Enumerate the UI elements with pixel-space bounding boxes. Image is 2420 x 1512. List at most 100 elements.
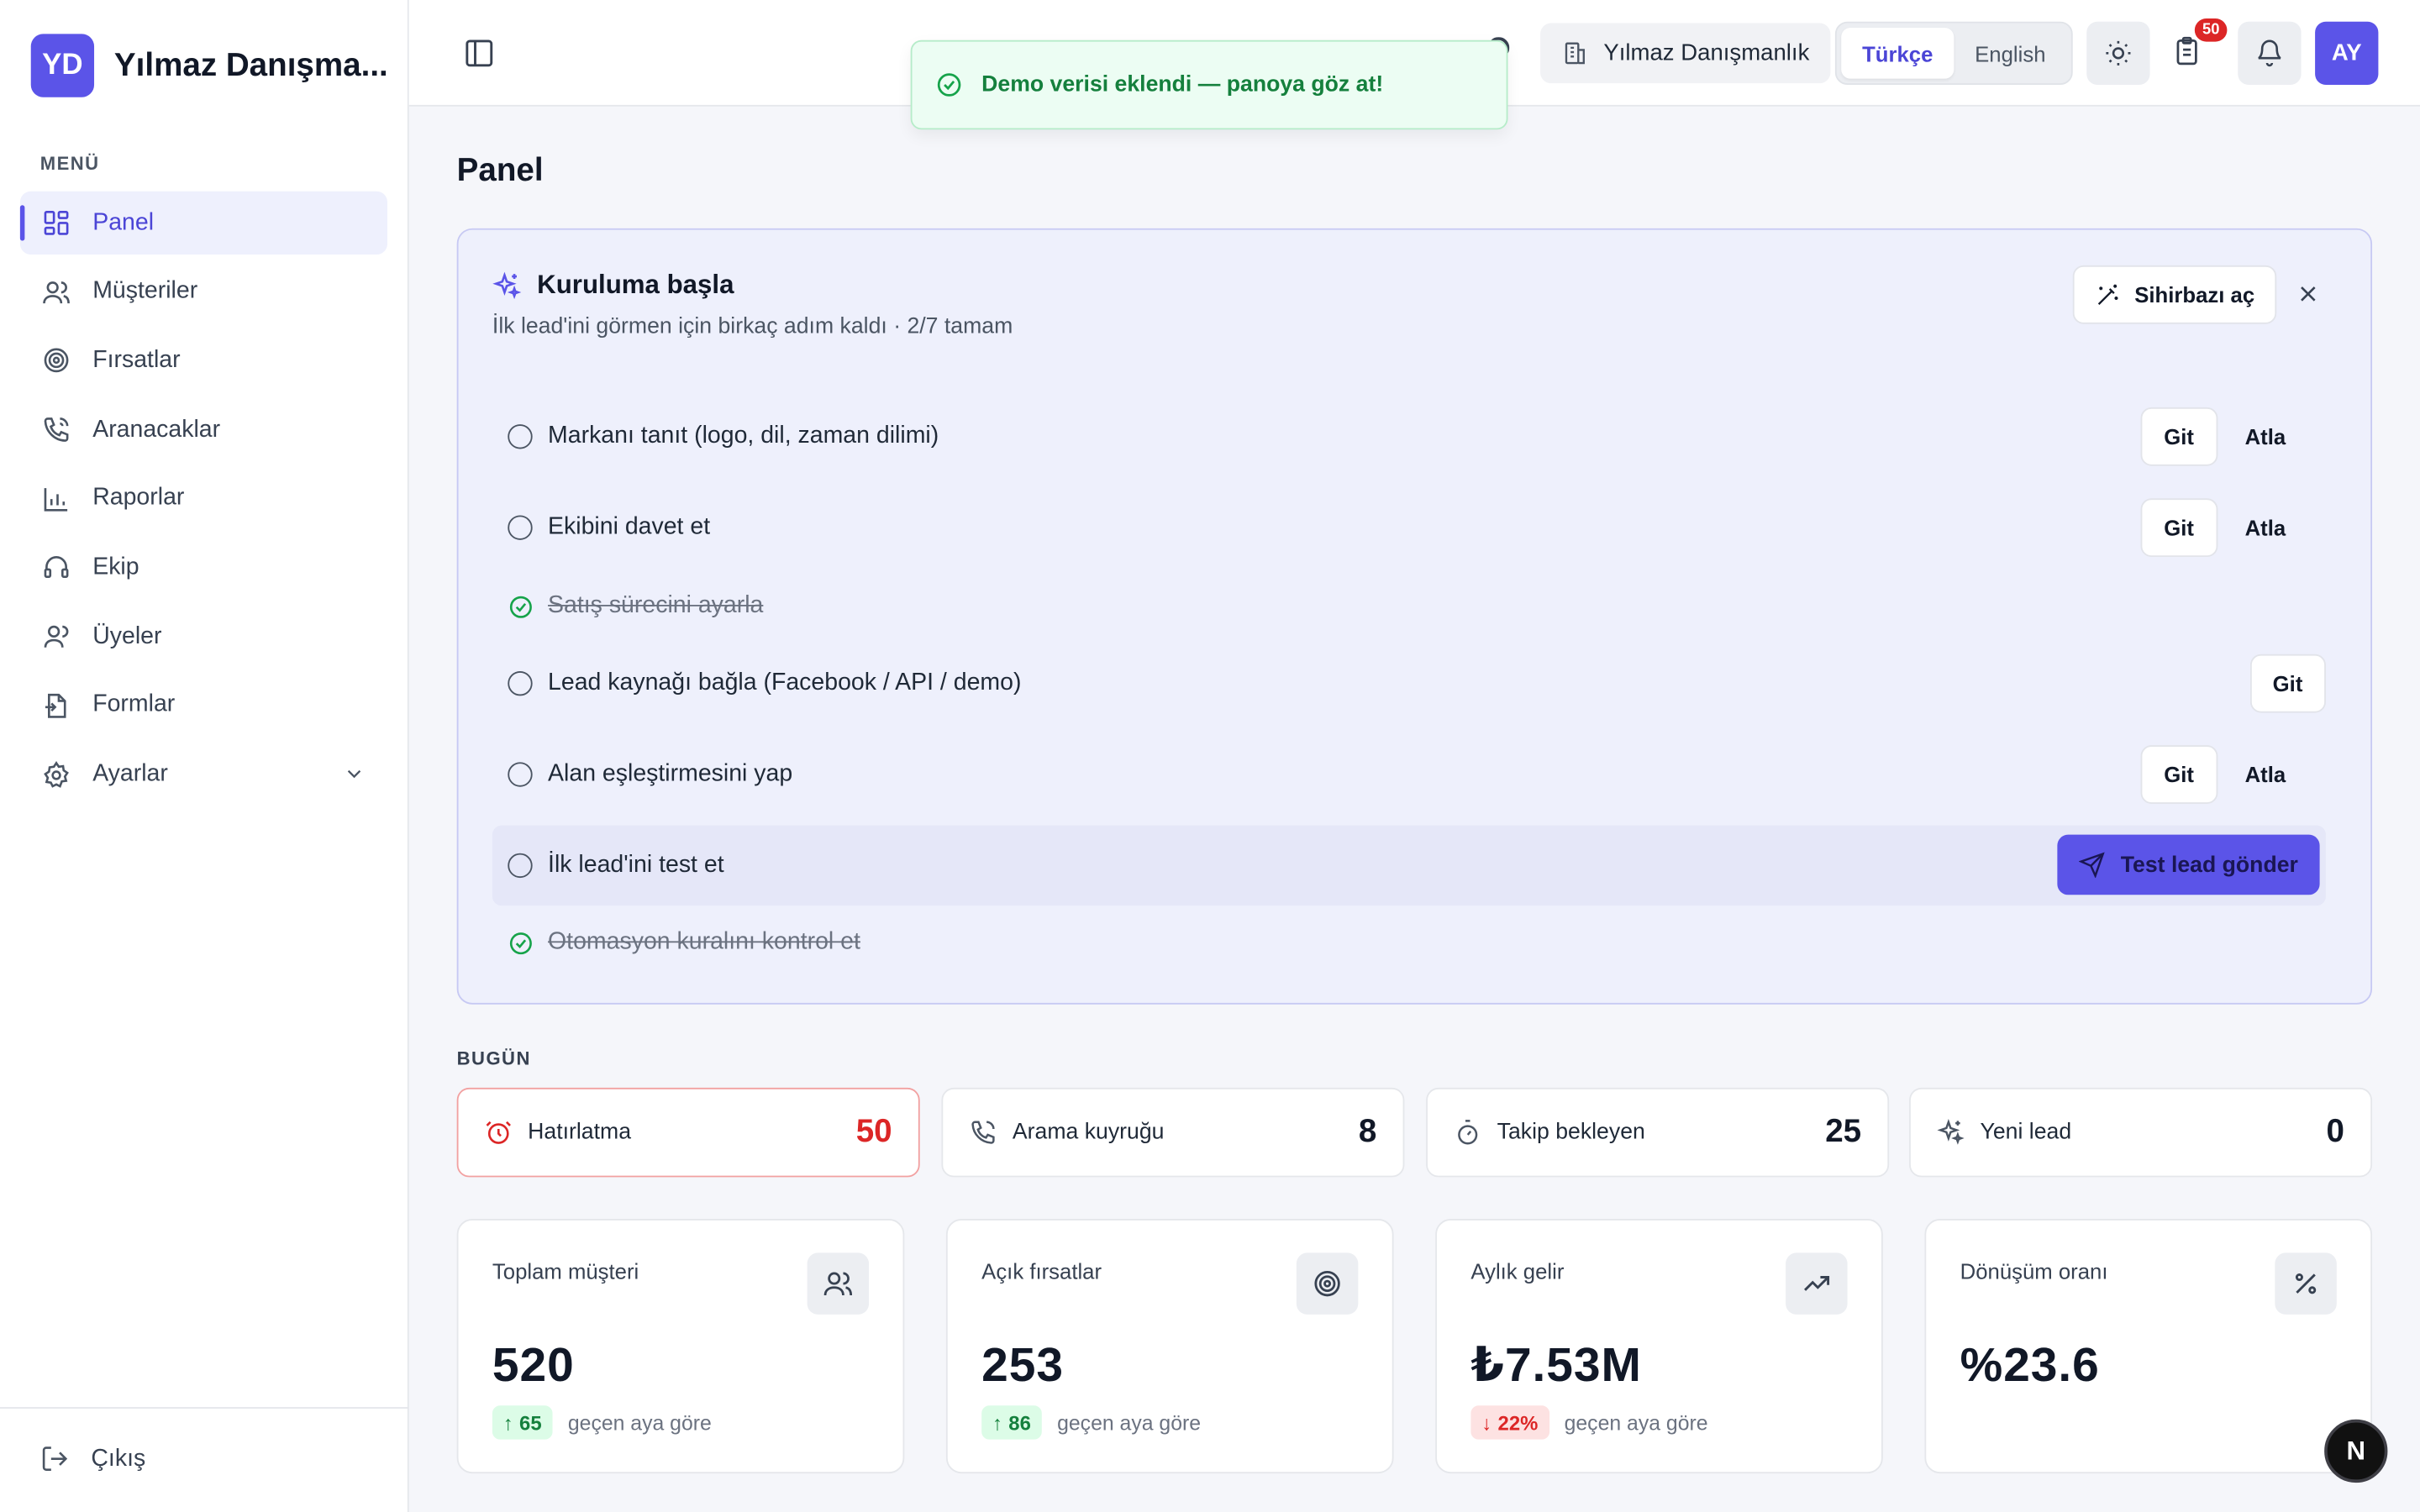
magic-wand-icon: [2094, 281, 2120, 307]
phone-icon: [969, 1119, 997, 1147]
arrow-up-icon: ↑: [992, 1410, 1002, 1435]
sidebar-item-aranacaklar[interactable]: Aranacaklar: [20, 398, 387, 461]
trend-pill: ↑ 65: [492, 1405, 553, 1440]
sparkles-icon: [492, 270, 522, 300]
sidebar-item-label: Müşteriler: [92, 277, 198, 305]
go-button[interactable]: Git: [2249, 654, 2326, 713]
brand-name: Yılmaz Danışma...: [113, 47, 388, 83]
timer-icon: [1454, 1119, 1481, 1147]
today-card-label: Takip bekleyen: [1497, 1120, 1645, 1145]
go-button[interactable]: Git: [2140, 498, 2217, 558]
today-card-follow-ups[interactable]: Takip bekleyen 25: [1426, 1087, 1890, 1178]
bell-icon: [2254, 39, 2284, 68]
sidebar-nav: Panel Müşteriler Fırsatlar Aranacaklar R…: [19, 191, 388, 812]
trend-delta: 22%: [1497, 1410, 1539, 1435]
success-toast: Demo verisi eklendi — panoya göz at!: [910, 39, 1508, 130]
org-switcher[interactable]: Yılmaz Danışmanlık: [1540, 23, 1832, 84]
lang-option-tr[interactable]: Türkçe: [1841, 28, 1954, 79]
today-card-new-leads[interactable]: Yeni lead 0: [1909, 1087, 2373, 1178]
stat-trend: ↑ 65 geçen aya göre: [492, 1405, 712, 1440]
sidebar-item-panel[interactable]: Panel: [19, 191, 388, 255]
sidebar-item-label: Panel: [92, 208, 155, 236]
trend-delta: 86: [1008, 1410, 1031, 1435]
setup-step: Alan eşleştirmesini yap Git Atla: [492, 734, 2326, 815]
brand[interactable]: YD Yılmaz Danışma...: [30, 34, 388, 97]
brand-logo: YD: [30, 34, 95, 97]
today-card-label: Arama kuyruğu: [1012, 1120, 1165, 1145]
sidebar-item-ayarlar[interactable]: Ayarlar: [20, 743, 387, 806]
sidebar-item-raporlar[interactable]: Raporlar: [20, 467, 387, 530]
trend-pill: ↑ 86: [981, 1405, 1042, 1440]
go-button[interactable]: Git: [2140, 407, 2217, 466]
sidebar-item-musteriler[interactable]: Müşteriler: [20, 260, 387, 323]
stat-trend: ↓ 22% geçen aya göre: [1470, 1405, 1708, 1440]
today-card-reminders[interactable]: Hatırlatma 50: [456, 1087, 920, 1178]
sidebar-item-label: Raporlar: [92, 485, 185, 512]
step-label: Lead kaynağı bağla (Facebook / API / dem…: [548, 669, 1022, 696]
trend-note: geçen aya göre: [1564, 1410, 1708, 1435]
stat-title: Aylık gelir: [1470, 1258, 1565, 1284]
go-button[interactable]: Git: [2140, 745, 2217, 804]
close-icon[interactable]: [2295, 281, 2321, 307]
sidebar-item-ekip[interactable]: Ekip: [20, 536, 387, 599]
logout-label: Çıkış: [91, 1445, 146, 1472]
sidebar-item-label: Fırsatlar: [92, 347, 181, 374]
send-test-lead-button[interactable]: Test lead gönder: [2057, 834, 2320, 895]
org-name: Yılmaz Danışmanlık: [1603, 39, 1810, 66]
alarm-clock-icon: [485, 1119, 513, 1147]
sun-icon: [2103, 39, 2133, 68]
open-wizard-button[interactable]: Sihirbazı aç: [2072, 265, 2276, 324]
skip-button[interactable]: Atla: [2227, 745, 2305, 804]
phone-icon: [40, 414, 71, 445]
trend-delta: 65: [519, 1410, 542, 1435]
stat-card-conversion-rate[interactable]: Dönüşüm oranı %23.6: [1924, 1219, 2373, 1474]
trend-note: geçen aya göre: [567, 1410, 712, 1435]
setup-step-done: Satış sürecini ayarla: [492, 566, 2326, 647]
chevron-down-icon[interactable]: [343, 761, 366, 785]
headset-icon: [40, 552, 71, 583]
today-card-value: 50: [855, 1114, 892, 1150]
avatar[interactable]: AY: [2315, 21, 2379, 86]
step-label: Ekibini davet et: [548, 513, 711, 540]
send-icon: [2079, 852, 2105, 879]
check-circle-icon: [935, 71, 963, 98]
users-icon: [807, 1252, 870, 1315]
nextjs-dev-tools-button[interactable]: N: [2324, 1419, 2388, 1483]
lang-option-en[interactable]: English: [1954, 28, 2066, 79]
stat-card-monthly-revenue[interactable]: Aylık gelir ₺7.53M ↓ 22% geçen aya göre: [1435, 1219, 1883, 1474]
gear-icon: [40, 759, 71, 790]
arrow-down-icon: ↓: [1481, 1410, 1492, 1435]
setup-subtitle: İlk lead'ini görmen için birkaç adım kal…: [492, 314, 1013, 340]
sidebar-item-label: Ekip: [92, 554, 139, 580]
page-title: Panel: [456, 152, 544, 189]
skip-button[interactable]: Atla: [2227, 407, 2305, 466]
theme-toggle-button[interactable]: [2086, 21, 2150, 86]
setup-step: Markanı tanıt (logo, dil, zaman dilimi) …: [492, 396, 2326, 477]
logout-button[interactable]: Çıkış: [40, 1444, 145, 1473]
logout-icon: [40, 1444, 70, 1473]
tasks-badge: 50: [2194, 18, 2228, 42]
sidebar: YD Yılmaz Danışma... MENÜ Panel Müşteril…: [0, 0, 409, 1512]
sidebar-toggle-icon[interactable]: [463, 37, 496, 70]
building-icon: [1562, 40, 1588, 66]
today-card-call-queue[interactable]: Arama kuyruğu 8: [941, 1087, 1405, 1178]
step-label: Alan eşleştirmesini yap: [548, 760, 793, 787]
skip-button[interactable]: Atla: [2227, 498, 2305, 557]
today-section-label: BUGÜN: [456, 1047, 531, 1069]
stat-card-open-deals[interactable]: Açık fırsatlar 253 ↑ 86 geçen aya göre: [945, 1219, 1394, 1474]
sidebar-item-firsatlar[interactable]: Fırsatlar: [20, 329, 387, 392]
sidebar-item-formlar[interactable]: Formlar: [20, 674, 387, 737]
today-card-value: 25: [1825, 1114, 1862, 1150]
setup-title: Kuruluma başla: [537, 270, 734, 300]
notifications-button[interactable]: [2238, 21, 2302, 86]
today-card-label: Yeni lead: [1980, 1120, 2072, 1145]
stat-card-total-customers[interactable]: Toplam müşteri 520 ↑ 65 geçen aya göre: [456, 1219, 905, 1474]
sidebar-footer: Çıkış: [0, 1407, 409, 1512]
sidebar-item-uyeler[interactable]: Üyeler: [20, 605, 387, 668]
today-card-value: 0: [2326, 1114, 2345, 1150]
target-icon: [1296, 1252, 1359, 1315]
menu-section-label: MENÜ: [39, 152, 100, 175]
step-label: Otomasyon kuralını kontrol et: [548, 928, 860, 955]
clipboard-icon[interactable]: [2171, 34, 2202, 67]
bar-chart-icon: [40, 483, 71, 514]
